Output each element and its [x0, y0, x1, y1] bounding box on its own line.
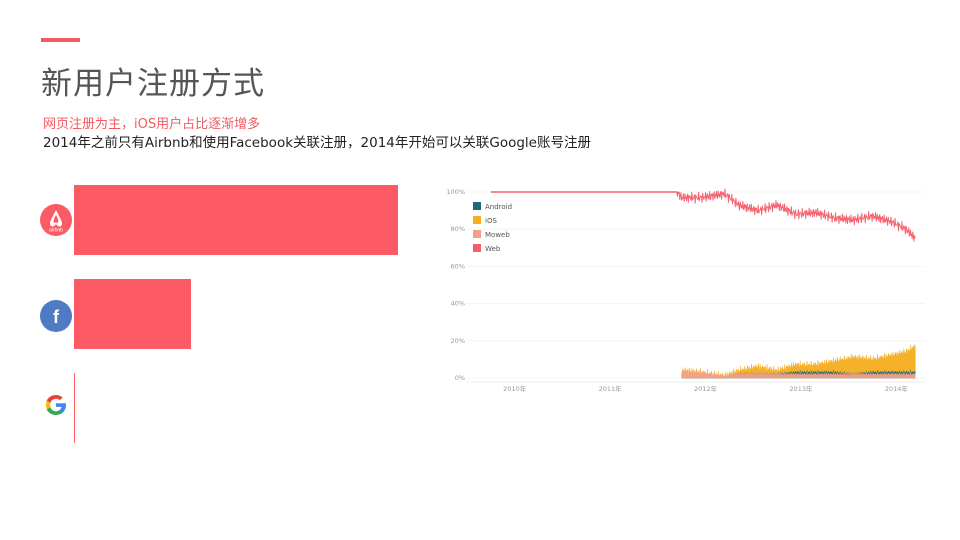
legend-label-android: Android — [485, 203, 512, 211]
y-tick-label: 60% — [451, 262, 465, 270]
google-logo-icon — [40, 389, 72, 421]
legend-label-web: Web — [485, 245, 501, 253]
signup-channel-bar-chart: airbnb f — [30, 178, 420, 450]
page-title: 新用户注册方式 — [41, 66, 265, 102]
legend-swatch-android — [473, 202, 481, 210]
x-tick-label: 2011年 — [599, 384, 623, 393]
facebook-logo-icon: f — [40, 300, 72, 332]
series-web-line — [676, 188, 916, 242]
bar-google-baseline — [74, 373, 75, 443]
legend-swatch-ios — [473, 216, 481, 224]
y-tick-label: 0% — [455, 374, 465, 382]
facebook-logo-letter: f — [53, 307, 60, 327]
signup-platform-area-chart: Android iOS Moweb Web 100% 80% 60% 40% 20% 0% 201… — [445, 180, 930, 405]
airbnb-logo-text: airbnb — [49, 228, 63, 234]
y-tick-label: 40% — [451, 300, 465, 308]
legend-swatch-web — [473, 244, 481, 252]
x-tick-label: 2012年 — [694, 384, 718, 393]
y-tick-label: 80% — [451, 225, 465, 233]
airbnb-logo-icon: airbnb — [40, 204, 72, 236]
legend-label-moweb: Moweb — [485, 231, 510, 239]
slide-subtitle: 网页注册为主，iOS用户占比逐渐增多 — [43, 117, 261, 132]
area-chart-svg: Android iOS Moweb Web 100% 80% 60% 40% 20% 0% 201… — [446, 188, 925, 393]
x-tick-label: 2010年 — [503, 384, 527, 393]
title-accent-bar — [41, 38, 80, 42]
bar-facebook — [74, 279, 191, 349]
x-tick-label: 2013年 — [789, 384, 813, 393]
slide-description: 2014年之前只有Airbnb和使用Facebook关联注册，2014年开始可以… — [43, 135, 591, 151]
legend-swatch-moweb — [473, 230, 481, 238]
x-tick-label: 2014年 — [885, 384, 909, 393]
bar-airbnb — [74, 185, 398, 255]
legend-label-ios: iOS — [485, 217, 497, 225]
y-tick-label: 20% — [451, 337, 465, 345]
y-tick-label: 100% — [446, 188, 465, 196]
